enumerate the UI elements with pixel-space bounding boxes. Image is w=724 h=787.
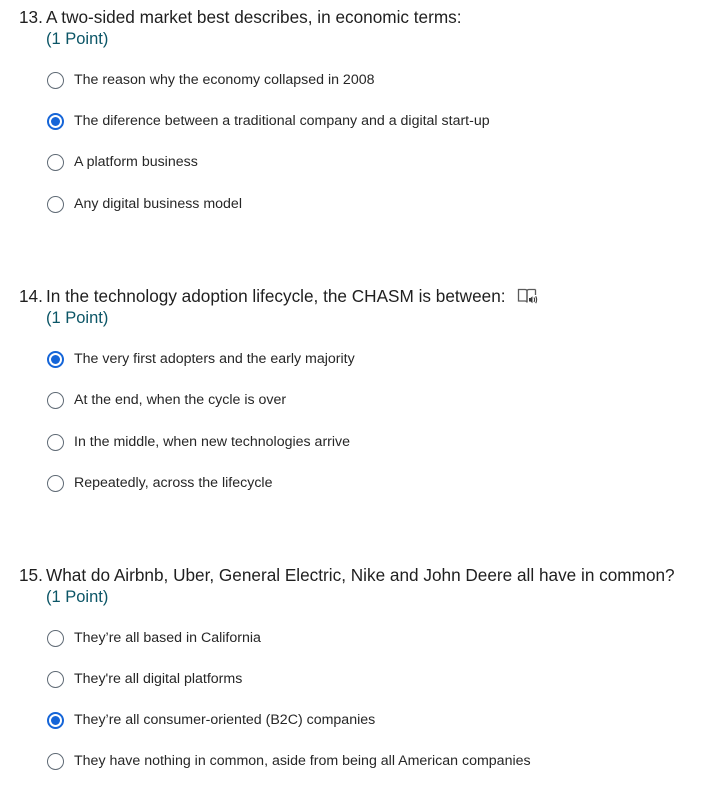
question-text: In the technology adoption lifecycle, th… [46,286,506,306]
question-text: What do Airbnb, Uber, General Electric, … [46,565,675,585]
radio-button-selected[interactable] [47,712,64,729]
radio-button[interactable] [47,671,64,688]
question-13: 13. A two-sided market best describes, in… [19,6,719,48]
option-label: The very first adopters and the early ma… [74,351,355,367]
option-label: They’re all consumer-oriented (B2C) comp… [74,712,376,728]
radio-button[interactable] [47,434,64,451]
immersive-reader-icon[interactable] [517,287,539,305]
question-points: (1 Point) [46,309,109,327]
question-14: 14. In the technology adoption lifecycle,… [19,285,719,327]
option-label: A platform business [74,154,198,170]
option-label: The diference between a traditional comp… [74,113,490,129]
option-15-1[interactable]: They’re all based in California [47,628,697,652]
option-label: Any digital business model [74,196,242,212]
option-13-3[interactable]: A platform business [47,152,697,176]
question-title: 14. In the technology adoption lifecycle,… [19,285,719,307]
radio-button-selected[interactable] [47,351,64,368]
radio-button[interactable] [47,392,64,409]
question-title: 15. What do Airbnb, Uber, General Electri… [19,564,719,586]
radio-button[interactable] [47,630,64,647]
question-15: 15. What do Airbnb, Uber, General Electri… [19,564,719,606]
radio-button[interactable] [47,196,64,213]
question-title: 13. A two-sided market best describes, in… [19,6,719,28]
option-15-4[interactable]: They have nothing in common, aside from … [47,751,697,775]
radio-button[interactable] [47,72,64,89]
option-14-1[interactable]: The very first adopters and the early ma… [47,349,697,373]
option-label: They have nothing in common, aside from … [74,753,531,769]
radio-button[interactable] [47,475,64,492]
question-text: A two-sided market best describes, in ec… [46,7,462,27]
option-13-2[interactable]: The diference between a traditional comp… [47,111,697,135]
question-points: (1 Point) [46,30,109,48]
option-label: The reason why the economy collapsed in … [74,72,375,88]
option-label: In the middle, when new technologies arr… [74,434,351,450]
option-14-3[interactable]: In the middle, when new technologies arr… [47,432,697,456]
question-number: 15. [19,565,43,585]
question-points: (1 Point) [46,588,109,606]
option-15-2[interactable]: They're all digital platforms [47,669,697,693]
option-label: They're all digital platforms [74,671,243,687]
radio-button-selected[interactable] [47,113,64,130]
option-label: They’re all based in California [74,630,261,646]
option-14-4[interactable]: Repeatedly, across the lifecycle [47,473,697,497]
option-13-4[interactable]: Any digital business model [47,194,697,218]
radio-button[interactable] [47,154,64,171]
question-number: 13. [19,7,43,27]
option-14-2[interactable]: At the end, when the cycle is over [47,390,697,414]
option-label: Repeatedly, across the lifecycle [74,475,273,491]
option-label: At the end, when the cycle is over [74,392,287,408]
option-13-1[interactable]: The reason why the economy collapsed in … [47,70,697,94]
option-15-3[interactable]: They’re all consumer-oriented (B2C) comp… [47,710,697,734]
question-number: 14. [19,286,43,306]
radio-button[interactable] [47,753,64,770]
